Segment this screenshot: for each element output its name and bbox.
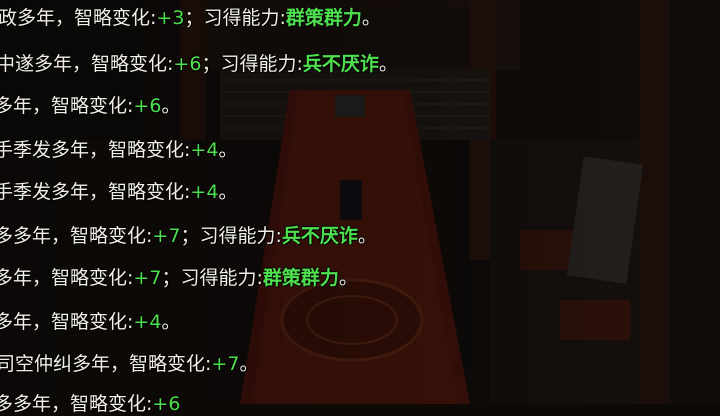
stat-label: 智略变化: — [70, 393, 153, 415]
log-line: 多年，智略变化:+7；习得能力:群策群力。 — [0, 266, 358, 290]
log-line-prefix: 多年， — [0, 311, 52, 333]
separator: ； — [184, 7, 204, 29]
line-end: 。 — [361, 7, 381, 29]
stat-value: +4 — [190, 181, 219, 203]
log-line-prefix: 多多年， — [0, 393, 71, 415]
log-line-prefix: 司空仲纠多年， — [0, 353, 130, 375]
ability-label: 习得能力: — [220, 53, 303, 75]
stat-value: +6 — [173, 53, 202, 75]
log-line-prefix: 手季发多年， — [0, 139, 109, 161]
line-end: 。 — [161, 311, 181, 333]
line-end: 。 — [338, 267, 358, 289]
separator: ； — [180, 225, 200, 247]
line-end: 。 — [357, 225, 377, 247]
stat-label: 智略变化: — [74, 7, 157, 29]
log-line: 手季发多年，智略变化:+4。 — [0, 138, 237, 162]
stat-label: 智略变化: — [129, 353, 212, 375]
ability-name: 群策群力 — [262, 267, 339, 289]
line-end: 。 — [218, 139, 238, 161]
log-line-prefix: 多年， — [0, 95, 52, 117]
log-line-prefix: 政多年， — [0, 7, 75, 29]
log-line-prefix: 中遂多年， — [0, 53, 92, 75]
ability-name: 兵不厌诈 — [281, 225, 358, 247]
stat-value: +6 — [152, 393, 181, 415]
log-line-prefix: 手季发多年， — [0, 181, 109, 203]
ability-name: 群策群力 — [285, 7, 362, 29]
log-line: 司空仲纠多年，智略变化:+7。 — [0, 352, 258, 376]
stat-value: +4 — [133, 311, 162, 333]
stat-label: 智略变化: — [51, 267, 134, 289]
stat-value: +3 — [156, 7, 185, 29]
line-end: 。 — [239, 353, 259, 375]
ability-label: 习得能力: — [203, 7, 286, 29]
log-line: 中遂多年，智略变化:+6；习得能力:兵不厌诈。 — [0, 52, 398, 76]
log-line-prefix: 多多年， — [0, 225, 71, 247]
log-line: 多年，智略变化:+4。 — [0, 310, 180, 334]
stat-value: +7 — [133, 267, 162, 289]
line-end: 。 — [378, 53, 398, 75]
line-end: 。 — [161, 95, 181, 117]
stat-label: 智略变化: — [51, 95, 134, 117]
stat-value: +6 — [133, 95, 162, 117]
stat-label: 智略变化: — [108, 181, 191, 203]
stat-value: +7 — [152, 225, 181, 247]
log-line: 手季发多年，智略变化:+4。 — [0, 180, 237, 204]
stat-label: 智略变化: — [91, 53, 174, 75]
event-log: 政多年，智略变化:+3；习得能力:群策群力。 中遂多年，智略变化:+6；习得能力… — [0, 0, 720, 415]
log-line: 多多年，智略变化:+6 — [0, 392, 180, 416]
stat-label: 智略变化: — [51, 311, 134, 333]
stat-label: 智略变化: — [70, 225, 153, 247]
ability-name: 兵不厌诈 — [302, 53, 379, 75]
ability-label: 习得能力: — [180, 267, 263, 289]
log-line: 多多年，智略变化:+7；习得能力:兵不厌诈。 — [0, 224, 377, 248]
ability-label: 习得能力: — [199, 225, 282, 247]
log-line: 多年，智略变化:+6。 — [0, 94, 180, 118]
log-line-prefix: 多年， — [0, 267, 52, 289]
log-line: 政多年，智略变化:+3；习得能力:群策群力。 — [0, 6, 381, 30]
stat-label: 智略变化: — [108, 139, 191, 161]
line-end: 。 — [218, 181, 238, 203]
stat-value: +4 — [190, 139, 219, 161]
separator: ； — [161, 267, 181, 289]
separator: ； — [201, 53, 221, 75]
stat-value: +7 — [211, 353, 240, 375]
